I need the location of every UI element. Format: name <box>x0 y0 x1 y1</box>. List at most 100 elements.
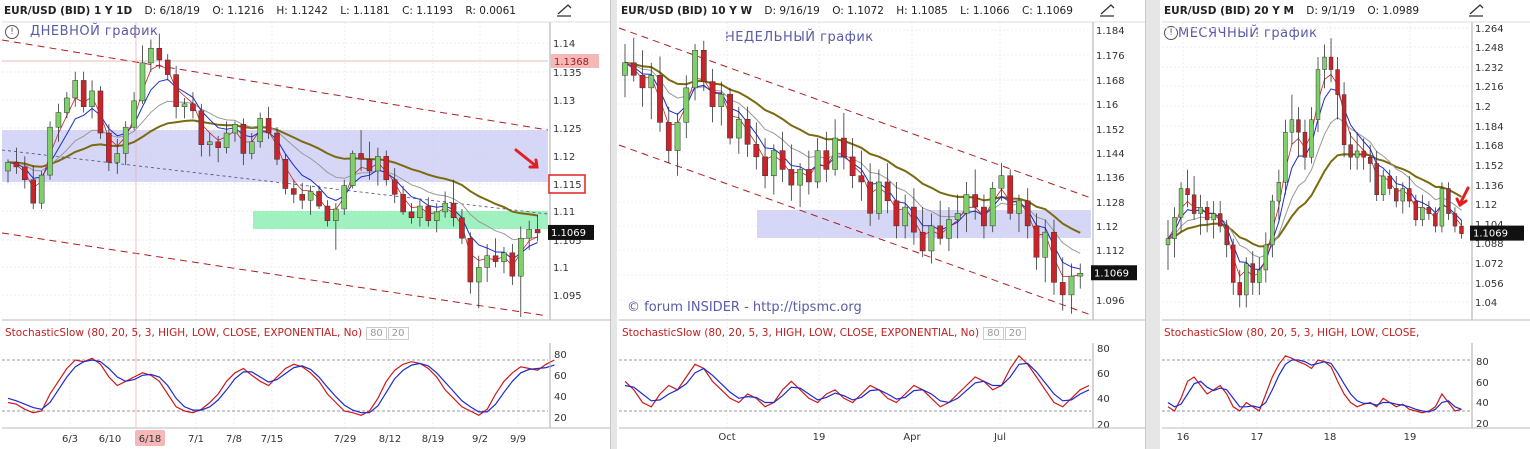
candle-body <box>38 174 45 204</box>
x-tick-label: 8/19 <box>422 434 444 445</box>
candle-body <box>937 225 944 239</box>
candle-body <box>876 181 882 214</box>
weekly-chart-panel: EUR/USD (BID) 10 Y W D: 9/16/19 O: 1.107… <box>617 0 1146 449</box>
candle-body <box>307 191 314 201</box>
price-tick-label: 1.136 <box>1096 173 1125 184</box>
candle-body <box>433 211 440 221</box>
monthly-price-chart[interactable]: 1.264 1.248 1.232 1.216 1.2 1.184 1.168 1.152 1.… <box>1160 0 1530 449</box>
last-price-label: 1.1069 <box>1473 229 1508 240</box>
x-tick-label: 7/15 <box>261 434 283 445</box>
stoch-tick-label: 80 <box>554 350 567 361</box>
moving-average-line <box>1167 153 1463 248</box>
candle-body <box>80 80 87 107</box>
x-tick-label: 8/12 <box>379 434 401 445</box>
candle-body <box>1309 119 1314 158</box>
candle-body <box>1315 69 1321 120</box>
price-tick-label: 1.2 <box>1475 102 1491 113</box>
x-tick-label: 19 <box>1404 432 1417 443</box>
candle-body <box>814 150 821 183</box>
candle-body <box>884 181 891 202</box>
price-tick-label: 1.112 <box>1096 246 1125 257</box>
candle-body <box>55 112 62 128</box>
price-tick-label: 1.12 <box>1096 222 1118 233</box>
candle-body <box>630 62 637 76</box>
candle-body <box>779 150 786 170</box>
price-tick-label: 1.176 <box>1096 51 1125 62</box>
candle-body <box>1394 188 1399 202</box>
price-tick-label: 1.136 <box>1475 181 1504 192</box>
candle-body <box>72 80 79 99</box>
candle-body <box>1433 213 1438 227</box>
monthly-chart-panel: EUR/USD (BID) 20 Y M D: 9/1/19 O: 1.0989… <box>1160 0 1530 449</box>
candle-body <box>316 191 322 207</box>
candle-body <box>391 179 398 195</box>
candle-body <box>131 100 137 128</box>
candle-body <box>148 48 154 64</box>
candle-body <box>1439 188 1445 227</box>
candle-body <box>1407 188 1412 202</box>
candle-body <box>657 75 663 123</box>
candle-body <box>450 202 457 218</box>
candle-body <box>1420 207 1425 221</box>
high-marker-label: 1.1368 <box>554 57 589 68</box>
weekly-price-chart[interactable]: 1.184 1.176 1.168 1.16 1.152 1.144 1.136 1.128 1… <box>617 0 1145 449</box>
candle-body <box>700 49 707 82</box>
watermark-text: © forum INSIDER - http://tipsmc.org <box>627 300 862 315</box>
candle-body <box>349 153 356 186</box>
candle-body <box>425 205 432 221</box>
candle-body <box>30 179 36 204</box>
candle-body <box>893 200 900 227</box>
candle-body <box>1217 213 1223 227</box>
price-tick-label: 1.14 <box>553 39 575 50</box>
stoch-d-line <box>1167 359 1462 413</box>
price-tick-label: 1.12 <box>1475 200 1497 211</box>
price-tick-label: 1.232 <box>1475 63 1504 74</box>
candle-body <box>1165 238 1171 246</box>
candle-body <box>206 141 213 145</box>
candle-body <box>240 124 247 154</box>
price-tick-label: 1.168 <box>1096 76 1125 87</box>
candle-body <box>1068 275 1075 296</box>
x-tick-label: 16 <box>1177 432 1190 443</box>
candle-body <box>501 252 507 262</box>
candle-body <box>1077 273 1084 277</box>
candle-body <box>484 255 490 268</box>
price-tick-label: 1.184 <box>1475 122 1504 133</box>
x-tick-label: 6/18 <box>139 434 161 445</box>
candle-body <box>1446 188 1451 214</box>
candle-body <box>1178 188 1184 218</box>
price-tick-label: 1.152 <box>1096 125 1125 136</box>
stoch-tick-label: 20 <box>1097 420 1110 431</box>
candle-body <box>718 93 725 107</box>
candle-body <box>249 141 255 154</box>
stochastic-title: StochasticSlow (80, 20, 5, 3, HIGH, LOW,… <box>1164 327 1420 339</box>
price-tick-label: 1.088 <box>1475 239 1504 250</box>
candle-body <box>928 225 935 252</box>
candle-body <box>534 229 541 234</box>
candle-body <box>274 132 280 160</box>
candle-body <box>173 74 179 107</box>
candle-body <box>1051 231 1057 283</box>
candle-body <box>13 161 20 168</box>
candle-body <box>735 118 742 139</box>
candle-body <box>1322 56 1327 70</box>
candle-body <box>1224 225 1229 246</box>
candle-body <box>1257 269 1262 283</box>
candle-body <box>622 62 628 76</box>
price-tick-label: 1.056 <box>1475 279 1504 290</box>
candle-body <box>753 144 760 158</box>
stochastic-title: StochasticSlow (80, 20, 5, 3, HIGH, LOW,… <box>622 327 980 339</box>
candle-body <box>492 255 499 262</box>
candle-body <box>797 169 803 186</box>
target-label: 1.115 <box>553 180 582 191</box>
candle-body <box>97 90 104 134</box>
candle-body <box>665 122 672 151</box>
stochastic-header: StochasticSlow (80, 20, 5, 3, HIGH, LOW,… <box>5 327 409 340</box>
price-tick-label: 1.12 <box>553 152 575 163</box>
candle-body <box>919 231 926 252</box>
candle-body <box>257 118 263 143</box>
stoch-tick-label: 40 <box>554 392 567 403</box>
daily-price-chart[interactable]: 1.141.1351.131.1251.121.1151.111.1051.11… <box>0 0 610 449</box>
price-tick-label: 1.125 <box>553 124 582 135</box>
candle-body <box>1367 156 1373 164</box>
